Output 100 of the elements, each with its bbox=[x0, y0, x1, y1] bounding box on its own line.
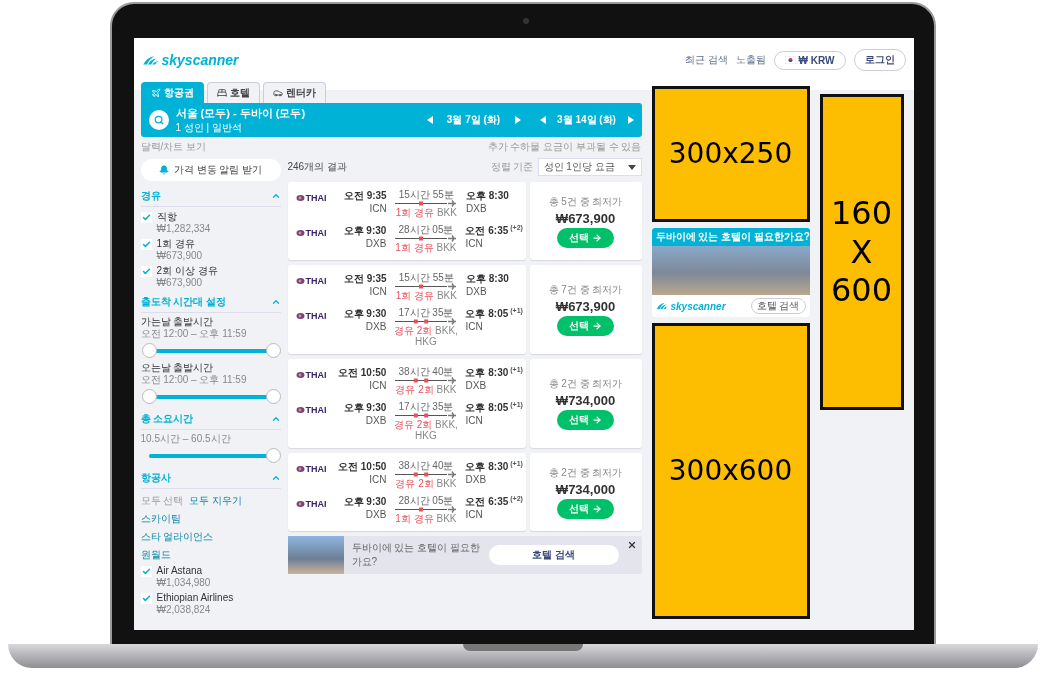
logo-text: skyscanner bbox=[670, 300, 726, 312]
flight-duration: 38시간 40분 bbox=[398, 460, 454, 471]
filter-price: ₩1,282,334 bbox=[156, 223, 211, 235]
logo-text[interactable]: skyscanner bbox=[161, 52, 239, 68]
bell-icon bbox=[158, 165, 169, 175]
range-slider[interactable] bbox=[140, 342, 281, 359]
chevron-up-icon[interactable] bbox=[270, 473, 281, 483]
range-slider[interactable] bbox=[140, 388, 281, 405]
check-icon bbox=[141, 213, 151, 222]
date-text[interactable]: 3월 14일 (화) bbox=[555, 113, 618, 127]
date-text[interactable]: 3월 7일 (화) bbox=[442, 113, 505, 127]
flight-duration: 28시간 05분 bbox=[398, 495, 454, 506]
orchid-icon bbox=[295, 371, 305, 379]
checkbox[interactable] bbox=[140, 566, 152, 577]
airline-logo: THAI bbox=[305, 276, 327, 286]
airport-code: DXB bbox=[365, 415, 387, 426]
flight-card[interactable]: THAI 오전 9:35 ICN 15시간 55분 1회 경유 BKK 오후 8:30 DXB THAI 오후 9:30 DXB 17시간 35분 경유 2회 BKK, HKG 오후 8:05 $^{(+1)}$ ICN bbox=[287, 265, 526, 354]
offer-note: 총 7건 중 최저가 bbox=[548, 283, 623, 297]
price: ₩734,000 bbox=[555, 481, 616, 497]
stop-info: 경유 2회 BKK, HKG bbox=[392, 419, 459, 441]
orchid-icon bbox=[295, 277, 305, 285]
airport-code: DXB bbox=[365, 321, 387, 332]
price-alert-button[interactable]: 가격 변동 알림 받기 bbox=[140, 159, 281, 181]
tab[interactable]: 호텔 bbox=[206, 82, 260, 103]
slider-range: 오전 12:00 – 오후 11:59 bbox=[140, 328, 248, 340]
chevron-up-icon[interactable] bbox=[270, 414, 281, 424]
login-button[interactable]: 로그인 bbox=[853, 49, 906, 71]
filter-label: 2회 이상 경유 bbox=[156, 265, 218, 277]
route-line-drawing bbox=[395, 200, 458, 207]
departure-time: 오후 9:30 bbox=[343, 307, 387, 321]
airport-code: ICN bbox=[369, 203, 387, 214]
previous-date-icon[interactable] bbox=[426, 116, 433, 124]
alliance-link[interactable]: 스타 얼라이언스 bbox=[140, 528, 281, 546]
filter-price: ₩1,034,980 bbox=[156, 577, 211, 589]
header-link[interactable]: 노출됨 bbox=[735, 53, 766, 67]
departure-time: 오전 10:50 bbox=[338, 460, 387, 474]
arrival-time: 오전 6:35 $^{(+2)}$ bbox=[465, 495, 523, 510]
car-icon bbox=[272, 88, 283, 98]
close-icon[interactable] bbox=[626, 540, 637, 550]
orchid-icon bbox=[295, 406, 305, 414]
chevron-up-icon[interactable] bbox=[270, 297, 281, 307]
checkbox[interactable] bbox=[140, 212, 152, 223]
departure-time: 오후 9:30 bbox=[343, 401, 387, 415]
fee-note: 추가 수하물 요금이 부과될 수 있음 bbox=[487, 140, 642, 154]
previous-date-icon[interactable] bbox=[539, 116, 546, 124]
slider-handle[interactable] bbox=[265, 343, 281, 358]
alliance-link[interactable]: 원월드 bbox=[140, 546, 281, 564]
checkbox[interactable] bbox=[140, 593, 152, 604]
offer-note: 총 2건 중 최저가 bbox=[548, 377, 623, 391]
airline-logo: THAI bbox=[305, 311, 327, 321]
search-button[interactable] bbox=[148, 110, 169, 130]
next-date-icon[interactable] bbox=[627, 116, 634, 124]
airline-logo: THAI bbox=[305, 193, 327, 203]
select-button[interactable]: 선택 bbox=[557, 410, 614, 430]
tab[interactable]: 렌터카 bbox=[262, 82, 326, 103]
alliance-link[interactable]: 스카이팀 bbox=[140, 510, 281, 528]
checkbox[interactable] bbox=[140, 266, 152, 277]
logo-icon bbox=[655, 302, 669, 310]
select-button[interactable]: 선택 bbox=[557, 498, 614, 519]
check-icon bbox=[141, 567, 151, 576]
stop-info: 1회 경유 BKK bbox=[395, 207, 457, 218]
price: ₩673,900 bbox=[555, 210, 616, 226]
flight-card[interactable]: THAI 오전 10:50 ICN 38시간 40분 경유 2회 BKK 오후 8:30 $^{(+1)}$ DXB THAI 오후 9:30 DXB 28시간 05분 1회 경유 BKK 오전 6:35 $^{(+2)}$ ICN bbox=[287, 453, 526, 531]
select-button[interactable]: 선택 bbox=[557, 227, 614, 248]
calendar-link[interactable]: 달력/차트 보기 bbox=[140, 140, 207, 154]
banner-text: 두바이에 있는 호텔이 필요한가요? bbox=[351, 541, 481, 569]
sort-dropdown[interactable]: 성인 1인당 요금 bbox=[537, 158, 642, 176]
filter-link[interactable]: 모두 지우기 bbox=[189, 494, 243, 507]
ad-size-label: 300x600 bbox=[668, 454, 793, 488]
slider-handle[interactable] bbox=[265, 389, 281, 404]
flight-card[interactable]: THAI 오전 10:50 ICN 38시간 40분 경유 2회 BKK 오후 8:30 $^{(+1)}$ DXB THAI 오후 9:30 DXB 17시간 35분 경유 2회 BKK, HKG 오후 8:05 $^{(+1)}$ ICN bbox=[287, 359, 526, 448]
check-icon bbox=[141, 240, 151, 249]
departure-time: 오전 9:35 bbox=[343, 189, 387, 203]
tab[interactable]: 항공권 bbox=[140, 82, 204, 103]
airport-code: ICN bbox=[465, 509, 483, 521]
slider-handle[interactable] bbox=[265, 448, 281, 463]
currency-button[interactable]: ₩ KRW bbox=[773, 50, 846, 70]
chevron-up-icon[interactable] bbox=[270, 191, 281, 201]
departure-time: 오후 9:30 bbox=[343, 224, 387, 238]
header-link[interactable]: 최근 검색 bbox=[684, 53, 728, 67]
arrow-right-icon bbox=[592, 415, 602, 425]
slider-handle[interactable] bbox=[141, 389, 157, 404]
select-button[interactable]: 선택 bbox=[557, 316, 614, 336]
checkbox[interactable] bbox=[140, 239, 152, 250]
ad-size-label: 160 X 600 bbox=[829, 194, 894, 310]
slider-label: 오는날 출발시간 bbox=[140, 362, 215, 374]
next-date-icon[interactable] bbox=[514, 116, 521, 124]
hotel-search-button[interactable]: 호텔 검색 bbox=[488, 545, 619, 565]
filter-heading: 출도착 시간대 설정 bbox=[140, 295, 227, 309]
route-line-drawing bbox=[394, 471, 457, 478]
orchid-icon bbox=[295, 465, 305, 473]
hotel-search-button[interactable]: 호텔 검색 bbox=[750, 298, 806, 314]
flight-card[interactable]: THAI 오전 9:35 ICN 15시간 55분 1회 경유 BKK 오후 8:30 DXB THAI 오후 9:30 DXB 28시간 05분 1회 경유 BKK 오전 6:35 $^{(+2)}$ ICN bbox=[287, 182, 526, 260]
search-bar[interactable]: 서울 (모두) - 두바이 (모두) 1 성인 | 일반석 3월 7일 (화) 3월 14일 (화) bbox=[140, 103, 642, 137]
slider-handle[interactable] bbox=[141, 343, 157, 358]
arrow-right-icon bbox=[592, 321, 602, 331]
arrival-time: 오후 8:30 $^{(+1)}$ bbox=[465, 366, 523, 381]
stop-info: 경유 2회 BKK bbox=[395, 478, 457, 489]
airport-code: DXB bbox=[465, 380, 487, 392]
passenger-details: 1 성인 | 일반석 bbox=[175, 120, 243, 135]
